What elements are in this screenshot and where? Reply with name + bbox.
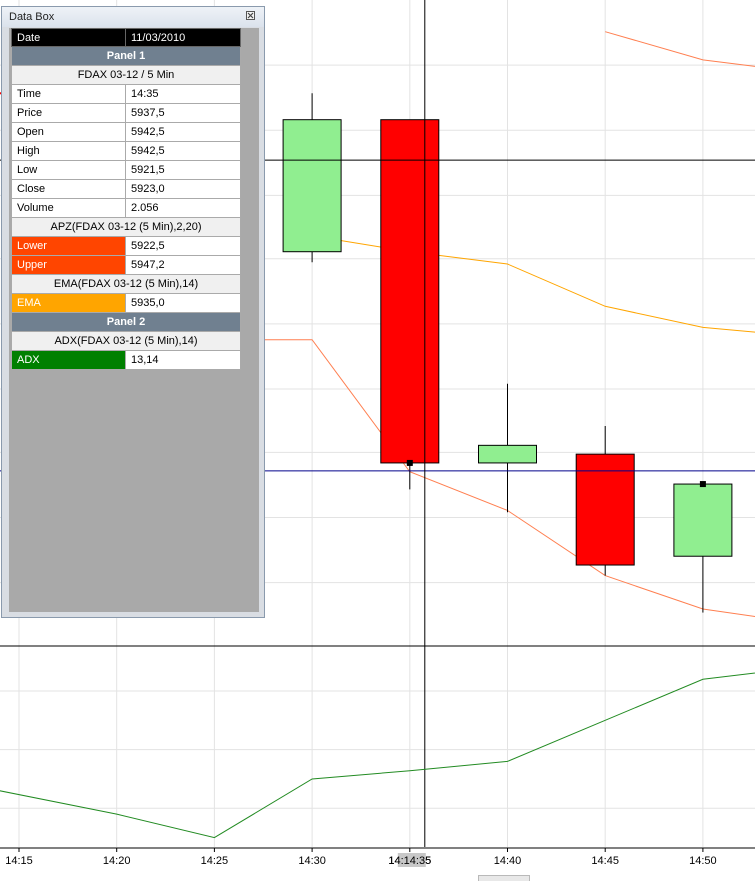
apz-header: APZ(FDAX 03-12 (5 Min),2,20) (11, 218, 241, 237)
data-box-body: Date 11/03/2010 Panel 1 FDAX 03-12 / 5 M… (9, 28, 259, 612)
adx-value: 13,14 (131, 354, 159, 366)
date-value: 11/03/2010 (131, 32, 186, 44)
horizontal-scrollbar-thumb[interactable] (478, 875, 530, 881)
instrument-header: FDAX 03-12 / 5 Min (11, 66, 241, 85)
volume-row: Volume 2.056 (11, 199, 241, 218)
adx-line (0, 672, 755, 839)
apz-lower-line (253, 339, 755, 618)
low-row: Low 5921,5 (11, 161, 241, 180)
adx-header: ADX(FDAX 03-12 (5 Min),14) (11, 332, 241, 351)
price-row: Price 5937,5 (11, 104, 241, 123)
time-axis-label: 14:45 (591, 855, 619, 867)
price-value: 5937,5 (131, 107, 165, 119)
ema-header: EMA(FDAX 03-12 (5 Min),14) (11, 275, 241, 294)
close-icon[interactable] (246, 11, 255, 20)
volume-label: Volume (12, 199, 126, 217)
apz-lower-value: 5922,5 (131, 240, 165, 252)
close-label: Close (12, 180, 126, 198)
crosshair-marker (406, 459, 413, 466)
apz-upper-value: 5947,2 (131, 259, 165, 271)
time-row: Time 14:35 (11, 85, 241, 104)
apz-lower-label: Lower (12, 237, 126, 255)
crosshair-time-label: 14:14:35 (388, 855, 431, 867)
candle-body (673, 483, 733, 557)
time-axis-label: 14:15 (5, 855, 33, 867)
panel2-header: Panel 2 (11, 313, 241, 332)
open-value: 5942,5 (131, 126, 165, 138)
data-box-title: Data Box (9, 11, 55, 23)
time-axis-label: 14:40 (494, 855, 522, 867)
high-value: 5942,5 (131, 145, 165, 157)
date-label: Date (12, 29, 126, 46)
adx-label: ADX (12, 351, 126, 369)
ema-value: 5935,0 (131, 297, 165, 309)
data-box-table: Date 11/03/2010 Panel 1 FDAX 03-12 / 5 M… (11, 28, 241, 370)
low-value: 5921,5 (131, 164, 165, 176)
ema-row: EMA 5935,0 (11, 294, 241, 313)
open-row: Open 5942,5 (11, 123, 241, 142)
price-label: Price (12, 104, 126, 122)
high-row: High 5942,5 (11, 142, 241, 161)
time-axis-label: 14:20 (103, 855, 131, 867)
apz-lower-row: Lower 5922,5 (11, 237, 241, 256)
open-label: Open (12, 123, 126, 141)
candle-body (478, 444, 537, 464)
close-value: 5923,0 (131, 183, 165, 195)
time-axis-label: 14:25 (201, 855, 229, 867)
apz-upper-label: Upper (12, 256, 126, 274)
data-box-titlebar[interactable]: Data Box (2, 7, 264, 27)
close-marker (699, 481, 706, 488)
time-value: 14:35 (131, 88, 159, 100)
apz-upper-line (605, 31, 755, 67)
low-label: Low (12, 161, 126, 179)
data-box-window[interactable]: Data Box Date 11/03/2010 Panel 1 FDAX 03… (1, 6, 265, 618)
close-row: Close 5923,0 (11, 180, 241, 199)
ema-label: EMA (12, 294, 126, 312)
ema-line (312, 235, 755, 333)
candle-body (282, 119, 342, 253)
volume-value: 2.056 (131, 202, 159, 214)
panel1-header: Panel 1 (11, 47, 241, 66)
time-axis-label: 14:30 (298, 855, 326, 867)
date-row: Date 11/03/2010 (11, 28, 241, 47)
adx-row: ADX 13,14 (11, 351, 241, 370)
candle-body (380, 119, 440, 464)
high-label: High (12, 142, 126, 160)
apz-upper-row: Upper 5947,2 (11, 256, 241, 275)
time-label: Time (12, 85, 126, 103)
time-axis-label: 14:50 (689, 855, 717, 867)
